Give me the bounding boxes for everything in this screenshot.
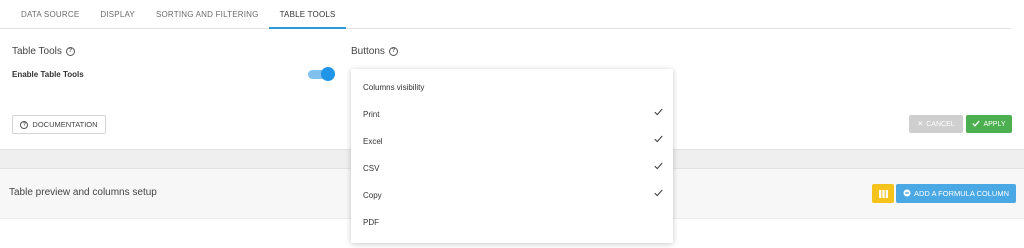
buttons-heading: Buttons ?	[351, 46, 398, 57]
documentation-button[interactable]: ? DOCUMENTATION	[12, 115, 106, 134]
buttons-dropdown: Columns visibility Print Excel CSV Copy	[351, 69, 673, 243]
dropdown-item-label: Excel	[363, 136, 383, 146]
check-icon	[654, 189, 663, 199]
dropdown-item-label: Copy	[363, 190, 382, 200]
apply-button[interactable]: APPLY	[966, 115, 1012, 133]
dropdown-item-label: Columns visibility	[363, 82, 425, 92]
apply-label: APPLY	[983, 120, 1006, 128]
formula-icon	[903, 189, 911, 199]
dropdown-item-label: Print	[363, 109, 380, 119]
dropdown-item-columns-visibility[interactable]: Columns visibility	[351, 76, 673, 98]
table-tools-heading: Table Tools ?	[12, 46, 75, 57]
dropdown-item-label: CSV	[363, 163, 380, 173]
check-icon	[654, 162, 663, 172]
add-formula-label: ADD A FORMULA COLUMN	[913, 189, 1010, 198]
table-tools-title: Table Tools	[12, 46, 62, 57]
cancel-button[interactable]: ✕ CANCEL	[909, 115, 963, 133]
preview-title: Table preview and columns setup	[9, 187, 157, 198]
help-circle-icon: ?	[20, 120, 29, 129]
dropdown-item-print[interactable]: Print	[351, 103, 673, 125]
buttons-title: Buttons	[351, 46, 385, 57]
tab-sorting-and-filtering[interactable]: SORTING AND FILTERING	[145, 0, 269, 29]
dropdown-item-excel[interactable]: Excel	[351, 130, 673, 152]
columns-icon	[878, 185, 888, 203]
dropdown-item-csv[interactable]: CSV	[351, 157, 673, 179]
cancel-label: CANCEL	[926, 120, 955, 128]
check-icon	[972, 120, 981, 129]
dropdown-item-label: PDF	[363, 217, 379, 227]
columns-button[interactable]	[872, 184, 894, 203]
table-tools-settings: DATA SOURCE DISPLAY SORTING AND FILTERIN…	[0, 0, 1024, 248]
close-icon: ✕	[917, 121, 924, 128]
enable-table-tools-label: Enable Table Tools	[12, 70, 84, 79]
toggle-knob	[321, 67, 335, 81]
dropdown-item-pdf[interactable]: PDF	[351, 211, 673, 233]
check-icon	[654, 135, 663, 145]
tab-data-source[interactable]: DATA SOURCE	[10, 0, 89, 29]
help-circle-icon[interactable]: ?	[388, 47, 398, 56]
tab-display[interactable]: DISPLAY	[89, 0, 145, 29]
check-icon	[654, 108, 663, 118]
dropdown-item-copy[interactable]: Copy	[351, 184, 673, 206]
documentation-label: DOCUMENTATION	[32, 120, 98, 129]
tab-table-tools[interactable]: TABLE TOOLS	[268, 0, 346, 29]
settings-tabs: DATA SOURCE DISPLAY SORTING AND FILTERIN…	[0, 0, 1011, 29]
enable-table-tools-toggle[interactable]	[308, 67, 335, 81]
help-circle-icon[interactable]: ?	[65, 47, 75, 56]
add-formula-column-button[interactable]: ADD A FORMULA COLUMN	[896, 184, 1016, 203]
